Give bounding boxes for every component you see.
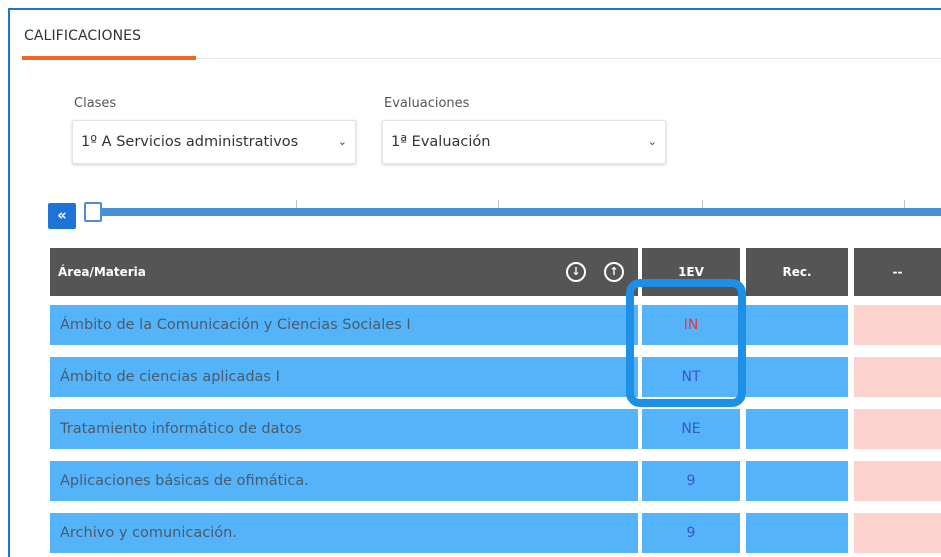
rec-cell[interactable]	[746, 305, 848, 345]
timeline-tick	[296, 200, 297, 208]
rec-cell[interactable]	[746, 409, 848, 449]
rec-cell[interactable]	[746, 513, 848, 553]
evaluaciones-label: Evaluaciones	[384, 96, 470, 111]
timeline-tick	[498, 200, 499, 208]
sort-down-icon[interactable]: ↓	[566, 262, 586, 282]
grade-cell[interactable]: 9	[642, 461, 740, 501]
tab-calificaciones[interactable]: CALIFICACIONES	[24, 28, 141, 44]
timeline-handle[interactable]	[84, 202, 102, 222]
header-subject-label: Área/Materia	[58, 265, 146, 279]
subject-cell: Archivo y comunicación.	[50, 513, 638, 553]
rec-cell[interactable]	[746, 357, 848, 397]
evaluation-timeline-track[interactable]	[86, 208, 941, 216]
header-rec[interactable]: Rec.	[746, 248, 848, 296]
extra-cell	[854, 357, 941, 397]
chevron-down-icon: ⌄	[337, 135, 347, 148]
grade-cell[interactable]: NT	[642, 357, 740, 397]
clases-label: Clases	[74, 96, 117, 111]
extra-cell	[854, 513, 941, 553]
header-extra[interactable]: --	[854, 248, 941, 296]
extra-cell	[854, 305, 941, 345]
rec-cell[interactable]	[746, 461, 848, 501]
header-1ev[interactable]: 1EV	[642, 248, 740, 296]
extra-cell	[854, 409, 941, 449]
tab-active-indicator	[22, 56, 196, 60]
header-area-materia: Área/Materia ↓ ↑	[50, 248, 638, 296]
evaluaciones-select-value: 1ª Evaluación	[391, 134, 491, 150]
grade-cell[interactable]: NE	[642, 409, 740, 449]
sort-up-icon[interactable]: ↑	[604, 262, 624, 282]
collapse-button[interactable]: «	[48, 203, 76, 229]
grade-cell[interactable]: 9	[642, 513, 740, 553]
clases-select-value: 1º A Servicios administrativos	[81, 134, 299, 150]
timeline-tick	[702, 200, 703, 208]
chevron-down-icon: ⌄	[647, 135, 657, 148]
tab-divider	[196, 58, 941, 59]
clases-select[interactable]: 1º A Servicios administrativos ⌄	[72, 120, 356, 164]
subject-cell: Ámbito de la Comunicación y Ciencias Soc…	[50, 305, 638, 345]
evaluaciones-select[interactable]: 1ª Evaluación ⌄	[382, 120, 666, 164]
subject-cell: Ámbito de ciencias aplicadas I	[50, 357, 638, 397]
timeline-tick	[904, 200, 905, 208]
extra-cell	[854, 461, 941, 501]
grade-cell[interactable]: IN	[642, 305, 740, 345]
subject-cell: Tratamiento informático de datos	[50, 409, 638, 449]
subject-cell: Aplicaciones básicas de ofimática.	[50, 461, 638, 501]
